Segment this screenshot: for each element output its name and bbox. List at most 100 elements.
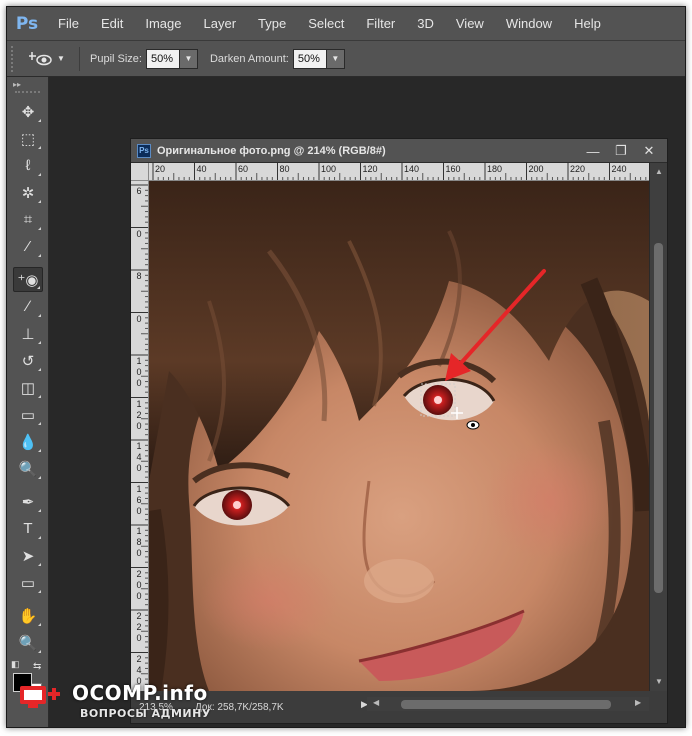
- menu-filter[interactable]: Filter: [355, 7, 406, 41]
- zoom-icon: 🔍: [18, 634, 38, 652]
- lasso-tool[interactable]: ℓ: [13, 153, 43, 178]
- menu-select[interactable]: Select: [297, 7, 355, 41]
- menu-help[interactable]: Help: [563, 7, 612, 41]
- tool-flyout-indicator: [38, 563, 41, 566]
- path-select-icon: ➤: [21, 547, 35, 565]
- crop-icon: ⌗: [23, 211, 33, 228]
- document-title: Оригинальное фото.png @ 214% (RGB/8#): [157, 144, 386, 157]
- type-tool[interactable]: T: [13, 516, 43, 541]
- magic-wand-tool[interactable]: ✲: [13, 180, 43, 205]
- red-eye-tool[interactable]: ⁺◉: [13, 267, 43, 292]
- dodge-tool[interactable]: 🔍: [13, 456, 43, 481]
- ruler-h-label: 160: [445, 164, 461, 174]
- divider: [79, 46, 80, 71]
- tool-flyout-indicator: [38, 449, 41, 452]
- pupil-size-dropdown[interactable]: ▼: [179, 48, 198, 69]
- menu-type[interactable]: Type: [247, 7, 297, 41]
- darken-amount-dropdown[interactable]: ▼: [326, 48, 345, 69]
- menu-edit[interactable]: Edit: [90, 7, 134, 41]
- watermark-title: OCOMP.info: [72, 681, 208, 705]
- tool-flyout-indicator: [38, 368, 41, 371]
- menu-layer[interactable]: Layer: [193, 7, 248, 41]
- document-ps-icon: Ps: [137, 143, 151, 158]
- panel-grip[interactable]: [15, 91, 40, 97]
- menu-image[interactable]: Image: [134, 7, 192, 41]
- tool-flyout-indicator: [37, 286, 40, 289]
- horizontal-scrollbar[interactable]: ◀ ▶: [367, 697, 649, 711]
- image-canvas[interactable]: [149, 181, 649, 691]
- menu-bar: Ps File Edit Image Layer Type Select Fil…: [7, 7, 685, 41]
- ruler-h-label: 220: [570, 164, 586, 174]
- horizontal-scroll-thumb[interactable]: [401, 700, 611, 709]
- scroll-down-icon[interactable]: ▼: [655, 677, 663, 686]
- tool-flyout-indicator: [38, 650, 41, 653]
- ruler-v-label: 6: [136, 186, 142, 196]
- chevron-down-icon: ▼: [184, 54, 193, 63]
- vertical-scroll-thumb[interactable]: [654, 243, 663, 593]
- tool-flyout-indicator: [38, 422, 41, 425]
- pen-icon: ✒: [21, 493, 35, 511]
- menu-window[interactable]: Window: [495, 7, 563, 41]
- ruler-v-label: 1 2 0: [136, 398, 142, 431]
- horizontal-ruler[interactable]: 20 40 60 80 100 120 140 160 180 200 220 240: [149, 163, 649, 181]
- vertical-scrollbar[interactable]: ▲ ▼: [649, 163, 667, 691]
- tool-flyout-indicator: [38, 119, 41, 122]
- marquee-tool[interactable]: ⬚: [13, 126, 43, 151]
- shape-tool[interactable]: ▭: [13, 570, 43, 595]
- doc-maximize-button[interactable]: ❐: [607, 139, 635, 163]
- tool-group-gap: [7, 481, 48, 487]
- history-brush-tool[interactable]: ↺: [13, 348, 43, 373]
- tool-flyout-indicator: [38, 509, 41, 512]
- menu-view[interactable]: View: [445, 7, 495, 41]
- pen-tool[interactable]: ✒: [13, 489, 43, 514]
- ruler-h-label: 200: [528, 164, 544, 174]
- tool-flyout-indicator: [38, 146, 41, 149]
- ruler-v-label: 2 0 0: [136, 568, 142, 601]
- document-tab[interactable]: Ps Оригинальное фото.png @ 214% (RGB/8#)…: [131, 139, 667, 163]
- zoom-tool[interactable]: 🔍: [13, 630, 43, 655]
- options-grip[interactable]: [11, 45, 19, 72]
- brush-tool[interactable]: ∕: [13, 294, 43, 319]
- eraser-tool[interactable]: ◫: [13, 375, 43, 400]
- ruler-v-label: 1 6 0: [136, 483, 142, 516]
- photo-girl-face: [149, 181, 649, 691]
- menu-3d[interactable]: 3D: [406, 7, 445, 41]
- blur-tool[interactable]: 💧: [13, 429, 43, 454]
- hand-tool[interactable]: ✋: [13, 603, 43, 628]
- tool-flyout-indicator: [38, 173, 41, 176]
- rectangle-shape-icon: ▭: [20, 574, 36, 592]
- ruler-v-label: 1 4 0: [136, 441, 142, 473]
- crop-tool[interactable]: ⌗: [13, 207, 43, 232]
- vertical-ruler[interactable]: 60801 0 01 2 01 4 01 6 01 8 02 0 02 2 02…: [131, 181, 149, 691]
- doc-close-button[interactable]: ✕: [635, 139, 663, 163]
- ruler-origin[interactable]: [131, 163, 149, 181]
- eyedropper-icon: ⁄: [26, 238, 30, 255]
- ocomp-logo-icon: [20, 686, 60, 708]
- doc-minimize-button[interactable]: —: [579, 139, 607, 163]
- move-tool[interactable]: ✥: [13, 99, 43, 124]
- rect-marquee-icon: ⬚: [20, 130, 36, 148]
- chevron-down-icon: ▼: [57, 54, 65, 63]
- ruler-h-label: 60: [238, 164, 249, 174]
- pupil-size-input[interactable]: 50%: [145, 48, 180, 69]
- scroll-right-icon[interactable]: ▶: [635, 698, 641, 707]
- collapse-panel-button[interactable]: ▸▸: [7, 77, 48, 91]
- document-window: Ps Оригинальное фото.png @ 214% (RGB/8#)…: [130, 138, 668, 724]
- scroll-left-icon[interactable]: ◀: [373, 698, 379, 707]
- gradient-tool[interactable]: ▭: [13, 402, 43, 427]
- scroll-up-icon[interactable]: ▲: [655, 167, 663, 176]
- dodge-icon: 🔍: [18, 460, 38, 478]
- lasso-icon: ℓ: [25, 157, 31, 174]
- menu-file[interactable]: File: [47, 7, 90, 41]
- default-colors-icon[interactable]: ◧: [11, 659, 20, 670]
- path-select-tool[interactable]: ➤: [13, 543, 43, 568]
- move-icon: ✥: [21, 103, 35, 121]
- photoshop-window: Ps File Edit Image Layer Type Select Fil…: [6, 6, 686, 728]
- stamp-tool[interactable]: ⊥: [13, 321, 43, 346]
- tool-preset-picker[interactable]: ▼: [29, 50, 77, 68]
- eyedropper-tool[interactable]: ⁄: [13, 234, 43, 259]
- tool-flyout-indicator: [38, 395, 41, 398]
- darken-amount-input[interactable]: 50%: [292, 48, 327, 69]
- tool-flyout-indicator: [38, 254, 41, 257]
- swap-colors-icon[interactable]: ⇆: [33, 661, 41, 672]
